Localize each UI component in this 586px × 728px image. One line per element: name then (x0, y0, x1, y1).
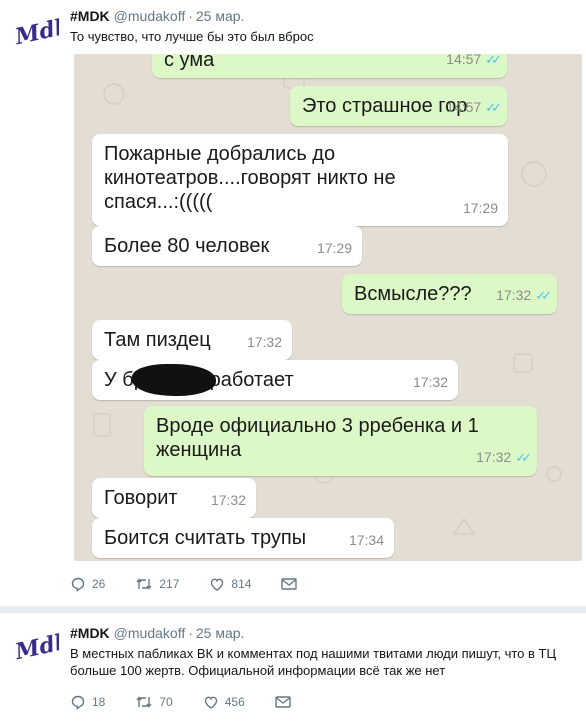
header-separator: · (188, 625, 193, 641)
avatar[interactable]: Mdk (12, 8, 60, 56)
message-incoming: Боится считать трупы 17:34 (92, 518, 394, 558)
tweet-actions: 18 70 456 (70, 694, 327, 710)
reply-count: 26 (92, 577, 106, 591)
message-meta: 17:29 (317, 236, 352, 260)
like-count: 456 (224, 695, 245, 709)
author-name[interactable]: #MDK (70, 8, 110, 24)
tweet-date[interactable]: 25 мар. (196, 625, 245, 641)
tweet-header: #MDK @mudakoff · 25 мар. (70, 625, 244, 641)
reply-icon (71, 695, 85, 710)
message-outgoing: Вроде официально 3 рребенка и 1 женщина … (144, 406, 537, 476)
message-incoming: Говорит 17:32 (92, 478, 256, 518)
tweet-text: В местных пабликах ВК и комментах под на… (70, 646, 557, 678)
tweet[interactable]: Mdk #MDK @mudakoff · 25 мар. То чувство, чт… (0, 0, 586, 610)
like-count: 814 (231, 577, 252, 591)
message-meta: 17:34 (349, 528, 384, 552)
message-incoming: У брат там работает 17:32 (92, 360, 458, 400)
message-meta: 17:32 (211, 488, 246, 512)
message-incoming: Более 80 человек 17:29 (92, 226, 362, 266)
chat-screenshot[interactable]: с ума 14:57 ✓✓ Это страшное гор 14:57 ✓✓ П… (74, 54, 582, 561)
avatar[interactable]: Mdk (12, 623, 60, 671)
header-separator: · (188, 8, 193, 24)
message-text: Пожарные добрались до кинотеатров....гов… (104, 143, 396, 213)
message-time: 14:57 (446, 54, 482, 67)
svg-text:Mdk: Mdk (13, 630, 59, 664)
direct-message-button[interactable] (281, 577, 303, 591)
reply-button[interactable]: 26 (70, 576, 105, 592)
message-time: 17:32 (246, 334, 282, 350)
message-meta: 17:32 (247, 330, 282, 354)
retweet-button[interactable]: 217 (135, 576, 179, 592)
tweet-text: То чувство, что лучше бы это был вброс (70, 29, 314, 44)
message-time: 17:29 (462, 200, 498, 216)
read-receipt-icon: ✓✓ (515, 450, 532, 465)
message-incoming: Там пиздец 17:32 (92, 320, 292, 360)
message-time: 14:57 (446, 99, 482, 115)
message-incoming: Пожарные добрались до кинотеатров....гов… (92, 134, 508, 226)
retweet-count: 217 (159, 577, 180, 591)
message-meta: 14:57 ✓✓ (446, 54, 502, 72)
message-meta: 17:32 (413, 370, 448, 394)
message-meta: 14:57 ✓✓ (446, 95, 502, 120)
direct-message-icon (275, 696, 291, 708)
message-outgoing: Всмысле??? 17:32 ✓✓ (342, 274, 557, 314)
retweet-button[interactable]: 70 (135, 694, 173, 710)
read-receipt-icon: ✓✓ (485, 100, 502, 115)
mdk-logo-icon: Mdk (13, 15, 59, 49)
retweet-icon (136, 696, 152, 708)
tweet[interactable]: Mdk #MDK @mudakoff · 25 мар. В местных пабл… (0, 612, 586, 728)
author-name[interactable]: #MDK (70, 625, 110, 641)
message-time: 17:32 (496, 287, 532, 303)
reply-button[interactable]: 18 (70, 694, 105, 710)
message-meta: 17:32 ✓✓ (476, 445, 532, 470)
tweet-header: #MDK @mudakoff · 25 мар. (70, 8, 244, 24)
message-text: Более 80 человек (104, 235, 270, 257)
message-outgoing: с ума 14:57 ✓✓ (152, 54, 507, 78)
author-handle[interactable]: @mudakoff (114, 8, 186, 24)
tweet-date[interactable]: 25 мар. (196, 8, 245, 24)
author-handle[interactable]: @mudakoff (114, 625, 186, 641)
like-icon (211, 578, 224, 591)
tweet-actions: 26 217 814 (70, 576, 333, 592)
message-outgoing: Это страшное гор 14:57 ✓✓ (290, 86, 507, 126)
message-text: Боится считать трупы (104, 527, 307, 549)
message-time: 17:32 (476, 449, 512, 465)
message-time: 17:32 (210, 492, 246, 508)
message-time: 17:34 (348, 532, 384, 548)
message-time: 17:32 (412, 374, 448, 390)
retweet-icon (136, 578, 152, 590)
like-icon (204, 696, 217, 709)
svg-text:Mdk: Mdk (13, 15, 59, 49)
mdk-logo-icon: Mdk (13, 630, 59, 664)
retweet-count: 70 (159, 695, 173, 709)
read-receipt-icon: ✓✓ (485, 54, 502, 67)
reply-count: 18 (92, 695, 106, 709)
read-receipt-icon: ✓✓ (535, 288, 552, 303)
message-time: 17:29 (316, 240, 352, 256)
message-meta: 17:29 (463, 196, 498, 220)
message-meta: 17:32 ✓✓ (496, 283, 552, 308)
reply-icon (71, 577, 85, 592)
message-text: Вроде официально 3 рребенка и 1 женщина (156, 415, 479, 461)
redaction-scribble (132, 364, 216, 396)
direct-message-icon (281, 578, 298, 590)
like-button[interactable]: 814 (209, 576, 251, 592)
direct-message-button[interactable] (275, 695, 297, 709)
like-button[interactable]: 456 (203, 694, 245, 710)
